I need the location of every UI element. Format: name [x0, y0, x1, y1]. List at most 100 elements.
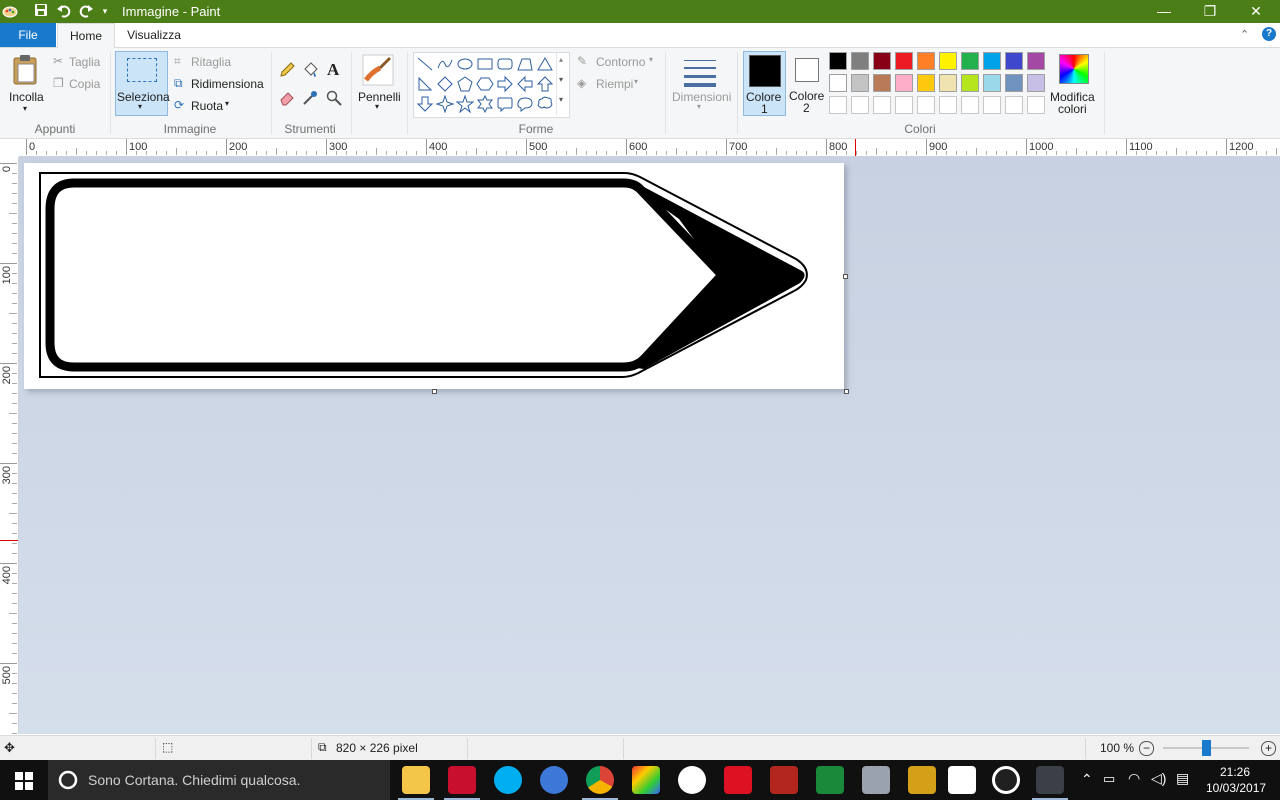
palette-swatch[interactable] — [895, 52, 913, 70]
oval-callout-shape-icon[interactable] — [516, 95, 534, 113]
oval-shape-icon[interactable] — [456, 55, 474, 73]
palette-swatch[interactable] — [939, 74, 957, 92]
color-picker-icon[interactable] — [302, 90, 318, 106]
palette-swatch[interactable] — [1027, 74, 1045, 92]
tab-home[interactable]: Home — [57, 23, 115, 48]
rounded-callout-shape-icon[interactable] — [496, 95, 514, 113]
save-icon[interactable] — [33, 3, 49, 19]
skype-icon[interactable] — [494, 766, 522, 794]
rounded-rectangle-shape-icon[interactable] — [496, 55, 514, 73]
palette-swatch[interactable] — [961, 52, 979, 70]
custom-color-slot[interactable] — [1027, 96, 1045, 114]
scroll-down-icon[interactable]: ▾ — [559, 75, 563, 84]
fill-button[interactable]: ◈ Riempi ▾ — [576, 76, 646, 94]
clock-time[interactable]: 21:26 — [1220, 765, 1250, 779]
copy-button[interactable]: ❐ Copia — [52, 76, 108, 94]
windows-start-icon[interactable] — [15, 772, 33, 790]
color2-button[interactable]: Colore 2 — [787, 51, 827, 116]
custom-color-slot[interactable] — [961, 96, 979, 114]
palette-swatch[interactable] — [917, 52, 935, 70]
battery-icon[interactable]: ▭ — [1103, 771, 1115, 787]
cortana-search-box[interactable]: Sono Cortana. Chiedimi qualcosa. — [48, 760, 390, 800]
notifications-icon[interactable]: ▤ — [1176, 770, 1189, 787]
custom-color-slot[interactable] — [829, 96, 847, 114]
resize-handle-bottom[interactable] — [432, 389, 437, 394]
app-icon[interactable] — [862, 766, 890, 794]
line-shape-icon[interactable] — [416, 55, 434, 73]
resize-handle-corner[interactable] — [844, 389, 849, 394]
palette-swatch[interactable] — [1005, 74, 1023, 92]
up-arrow-shape-icon[interactable] — [536, 75, 554, 93]
resize-handle-right[interactable] — [843, 274, 848, 279]
custom-color-slot[interactable] — [873, 96, 891, 114]
custom-color-slot[interactable] — [895, 96, 913, 114]
paint-app-icon[interactable] — [2, 3, 18, 19]
tab-file[interactable]: File — [0, 23, 56, 47]
tab-view[interactable]: Visualizza — [116, 23, 192, 47]
palette-swatch[interactable] — [873, 52, 891, 70]
hexagon-shape-icon[interactable] — [476, 75, 494, 93]
palette-swatch[interactable] — [851, 74, 869, 92]
palette-swatch[interactable] — [1027, 52, 1045, 70]
custom-color-slot[interactable] — [917, 96, 935, 114]
rectangle-shape-icon[interactable] — [476, 55, 494, 73]
google-earth-icon[interactable] — [540, 766, 568, 794]
triangle-shape-icon[interactable] — [536, 55, 554, 73]
diamond-shape-icon[interactable] — [436, 75, 454, 93]
cut-button[interactable]: ✂ Taglia — [52, 54, 108, 72]
down-arrow-shape-icon[interactable] — [416, 95, 434, 113]
maximize-button[interactable]: ❐ — [1187, 0, 1233, 23]
outline-button[interactable]: ✎ Contorno ▾ — [576, 54, 660, 72]
rotate-button[interactable]: ⟳ Ruota ▾ — [173, 98, 243, 116]
zoom-in-button[interactable]: + — [1261, 741, 1276, 756]
wifi-icon[interactable]: ◠ — [1128, 770, 1140, 787]
palette-swatch[interactable] — [1005, 52, 1023, 70]
pentagon-shape-icon[interactable] — [456, 75, 474, 93]
edit-colors-button[interactable]: Modifica colori — [1048, 52, 1100, 116]
paint-taskbar-icon[interactable] — [1036, 766, 1064, 794]
gallery-expand-icon[interactable]: ▾ — [559, 95, 563, 104]
app-icon[interactable] — [448, 766, 476, 794]
custom-color-slot[interactable] — [851, 96, 869, 114]
brushes-button[interactable]: Pennelli ▾ — [356, 52, 402, 116]
color1-button[interactable]: Colore 1 — [743, 51, 786, 116]
custom-color-slot[interactable] — [983, 96, 1001, 114]
palette-swatch[interactable] — [851, 52, 869, 70]
sketchup-icon[interactable] — [770, 766, 798, 794]
palette-swatch[interactable] — [917, 74, 935, 92]
redo-icon[interactable] — [78, 3, 94, 19]
minimize-button[interactable]: — — [1141, 0, 1187, 23]
show-hidden-icons-icon[interactable]: ⌃ — [1081, 771, 1093, 788]
file-explorer-icon[interactable] — [402, 766, 430, 794]
app-icon[interactable] — [678, 766, 706, 794]
clock-date[interactable]: 10/03/2017 — [1206, 781, 1266, 795]
pencil-icon[interactable] — [279, 62, 295, 78]
zoom-slider-thumb[interactable] — [1202, 740, 1211, 756]
polygon-shape-icon[interactable] — [516, 55, 534, 73]
palette-swatch[interactable] — [873, 74, 891, 92]
image-editor-icon[interactable] — [632, 766, 660, 794]
close-button[interactable]: ✕ — [1233, 0, 1279, 23]
size-button[interactable]: Dimensioni ▾ — [670, 52, 732, 116]
cloud-callout-shape-icon[interactable] — [536, 95, 554, 113]
custom-color-slot[interactable] — [939, 96, 957, 114]
customize-quick-access-icon[interactable]: ▾ — [97, 3, 113, 19]
four-point-star-shape-icon[interactable] — [436, 95, 454, 113]
magnifier-icon[interactable] — [326, 90, 342, 106]
zoom-out-button[interactable]: − — [1139, 741, 1154, 756]
volume-icon[interactable]: ◁) — [1151, 770, 1166, 787]
undo-icon[interactable] — [56, 3, 72, 19]
palette-swatch[interactable] — [895, 74, 913, 92]
drawing-canvas[interactable] — [24, 163, 844, 389]
app-icon[interactable] — [908, 766, 936, 794]
collapse-ribbon-icon[interactable]: ⌃ — [1240, 28, 1249, 41]
select-button[interactable]: Seleziona ▾ — [115, 51, 170, 116]
curve-shape-icon[interactable] — [436, 55, 454, 73]
app-icon[interactable] — [724, 766, 752, 794]
palette-swatch[interactable] — [829, 74, 847, 92]
right-triangle-shape-icon[interactable] — [416, 75, 434, 93]
chrome-icon[interactable] — [586, 766, 614, 794]
palette-swatch[interactable] — [829, 52, 847, 70]
fill-bucket-icon[interactable] — [302, 62, 318, 78]
app-icon[interactable] — [992, 766, 1020, 794]
